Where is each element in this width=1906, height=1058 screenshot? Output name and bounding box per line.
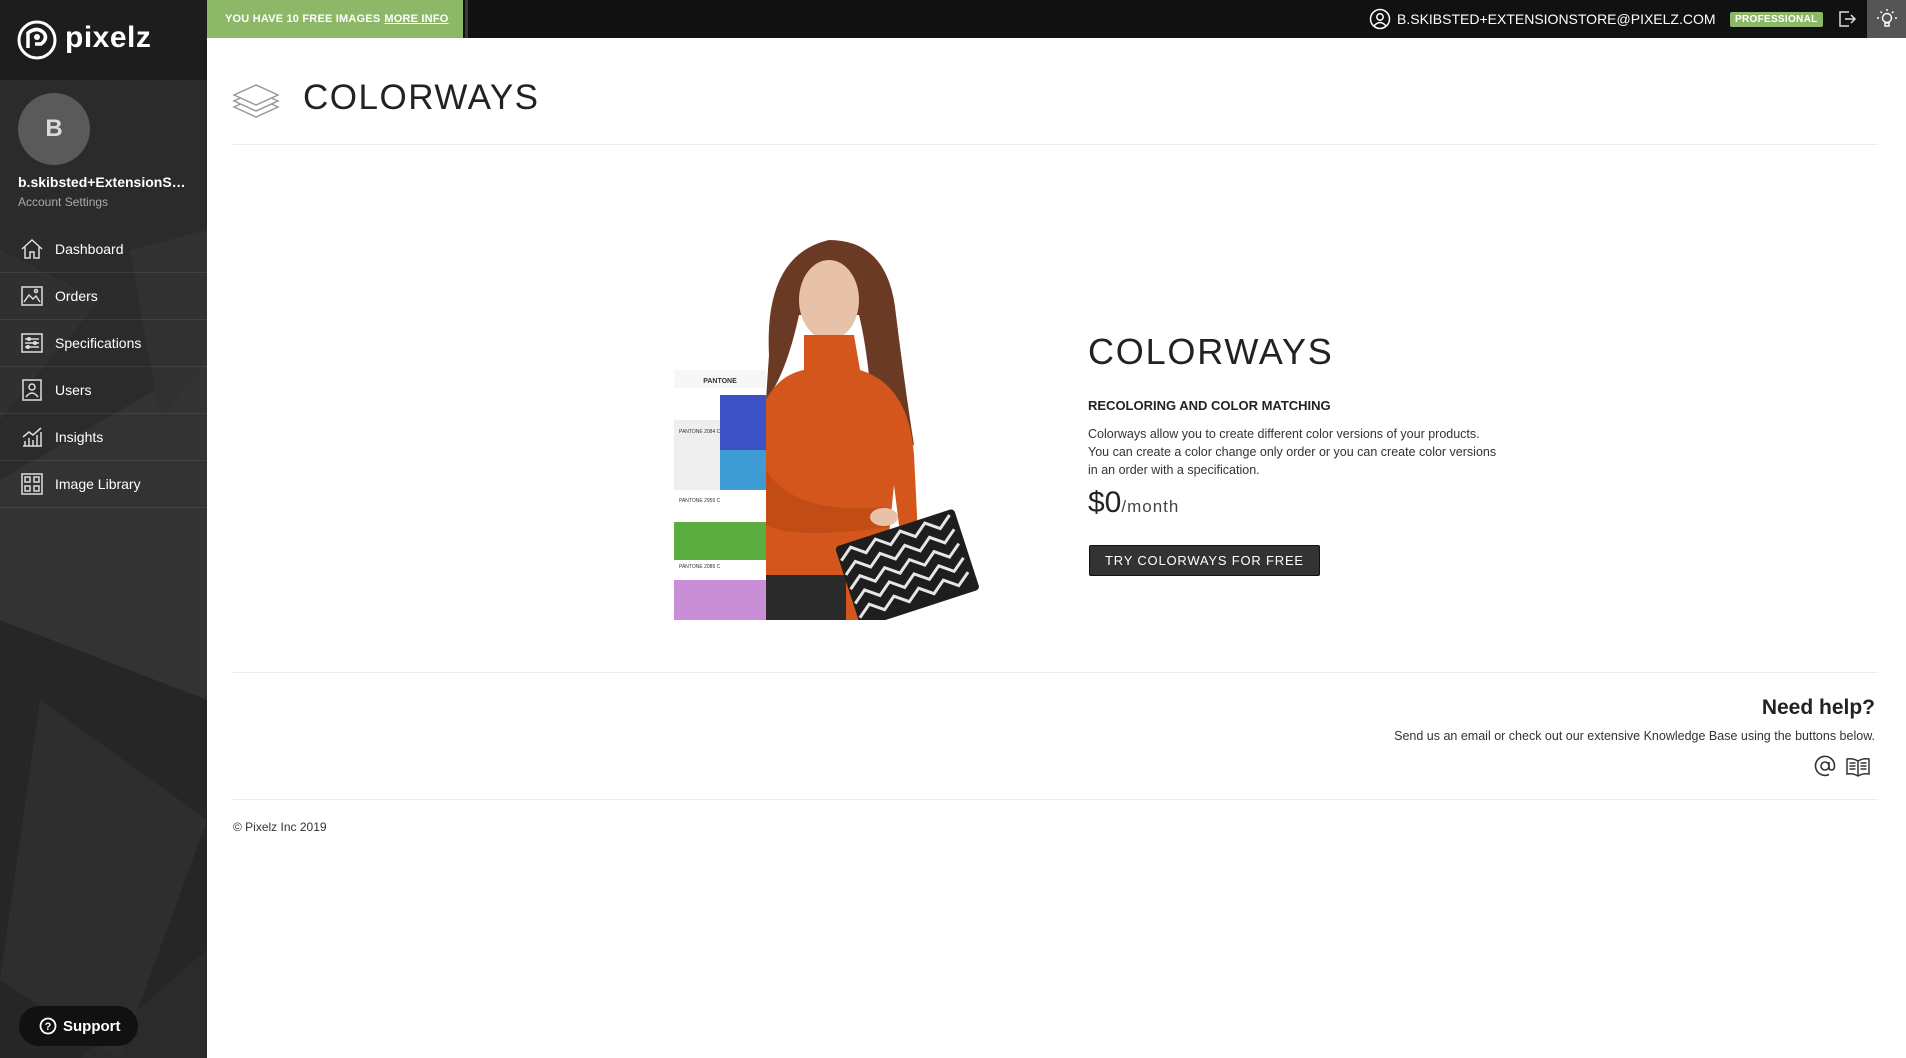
logout-icon[interactable]: [1837, 9, 1857, 29]
sidebar-item-label: Dashboard: [55, 241, 124, 257]
specifications-icon: [21, 333, 43, 353]
free-images-banner: YOU HAVE 10 FREE IMAGES MORE INFO: [207, 0, 463, 38]
sidebar-item-label: Specifications: [55, 335, 142, 351]
svg-text:?: ?: [45, 1021, 52, 1033]
swatch-label-1: PANTONE 2084 C: [679, 429, 721, 435]
user-icon: [1369, 8, 1391, 30]
header-divider: [233, 144, 1878, 145]
top-bar: YOU HAVE 10 FREE IMAGES MORE INFO B.SKIB…: [207, 0, 1906, 38]
swatch-header: PANTONE: [703, 378, 737, 385]
sidebar: pixelz B b.skibsted+ExtensionStore Accou…: [0, 0, 207, 1058]
banner-divider: [465, 0, 468, 38]
users-icon: [22, 379, 42, 401]
logo-bar[interactable]: pixelz: [0, 0, 207, 80]
price-amount: $0: [1088, 486, 1122, 519]
user-email[interactable]: B.SKIBSTED+EXTENSIONSTORE@PIXELZ.COM: [1397, 11, 1716, 27]
brand-name: pixelz: [65, 21, 152, 54]
copyright: © Pixelz Inc 2019: [233, 820, 327, 834]
sidebar-item-label: Orders: [55, 288, 98, 304]
sidebar-item-label: Image Library: [55, 476, 141, 492]
sidebar-item-specifications[interactable]: Specifications: [0, 320, 207, 367]
home-icon: [21, 238, 43, 259]
knowledge-base-icon[interactable]: [1846, 757, 1870, 777]
layers-icon: [232, 84, 280, 118]
swatch-label-3: PANTONE 2085 C: [679, 564, 721, 570]
lightbulb-icon: [1877, 9, 1897, 27]
sidebar-item-dashboard[interactable]: Dashboard: [0, 226, 207, 273]
help-text: Send us an email or check out our extens…: [1394, 729, 1875, 743]
price-unit: /month: [1121, 497, 1180, 516]
description-line: You can create a color change only order…: [1088, 445, 1497, 459]
insights-icon: [22, 427, 42, 447]
content-divider: [233, 672, 1878, 673]
description-line: in an order with a specification.: [1088, 463, 1260, 477]
plan-badge: PROFESSIONAL: [1730, 12, 1823, 27]
more-info-link[interactable]: MORE INFO: [384, 13, 448, 25]
sidebar-background-pattern: [0, 230, 207, 1058]
avatar[interactable]: B: [18, 93, 90, 165]
tips-button[interactable]: [1867, 0, 1906, 38]
email-icon[interactable]: [1814, 755, 1836, 777]
swatch-label-2: PANTONE 2955 C: [679, 498, 721, 504]
product-description: Colorways allow you to create different …: [1088, 425, 1518, 479]
product-subtitle: RECOLORING AND COLOR MATCHING: [1088, 398, 1331, 413]
colorways-hero-image: PANTONE PANTONE 2084 C PANTONE 2955 C PA…: [674, 240, 979, 620]
help-title: Need help?: [1761, 696, 1875, 719]
sidebar-item-label: Insights: [55, 429, 104, 445]
free-images-text: YOU HAVE 10 FREE IMAGES: [225, 13, 381, 25]
support-label: Support: [63, 1018, 121, 1035]
sidebar-item-image-library[interactable]: Image Library: [0, 461, 207, 508]
price: $0/month: [1088, 486, 1179, 520]
support-button[interactable]: ? Support: [19, 1006, 138, 1046]
try-colorways-button[interactable]: TRY COLORWAYS FOR FREE: [1089, 545, 1320, 576]
image-library-icon: [21, 473, 43, 495]
footer-divider: [233, 799, 1878, 800]
sidebar-user-name[interactable]: b.skibsted+ExtensionStore: [18, 174, 188, 190]
pixelz-logo-icon: [17, 20, 57, 60]
description-line: Colorways allow you to create different …: [1088, 427, 1480, 441]
sidebar-item-label: Users: [55, 382, 92, 398]
sidebar-item-orders[interactable]: Orders: [0, 273, 207, 320]
account-settings-link[interactable]: Account Settings: [18, 195, 108, 209]
page-title: COLORWAYS: [303, 78, 540, 117]
sidebar-item-insights[interactable]: Insights: [0, 414, 207, 461]
sidebar-item-users[interactable]: Users: [0, 367, 207, 414]
sidebar-nav: Dashboard Orders Specifications Users In…: [0, 226, 207, 508]
product-title: COLORWAYS: [1088, 331, 1334, 372]
help-circle-icon: ?: [39, 1017, 57, 1035]
orders-icon: [21, 286, 43, 306]
